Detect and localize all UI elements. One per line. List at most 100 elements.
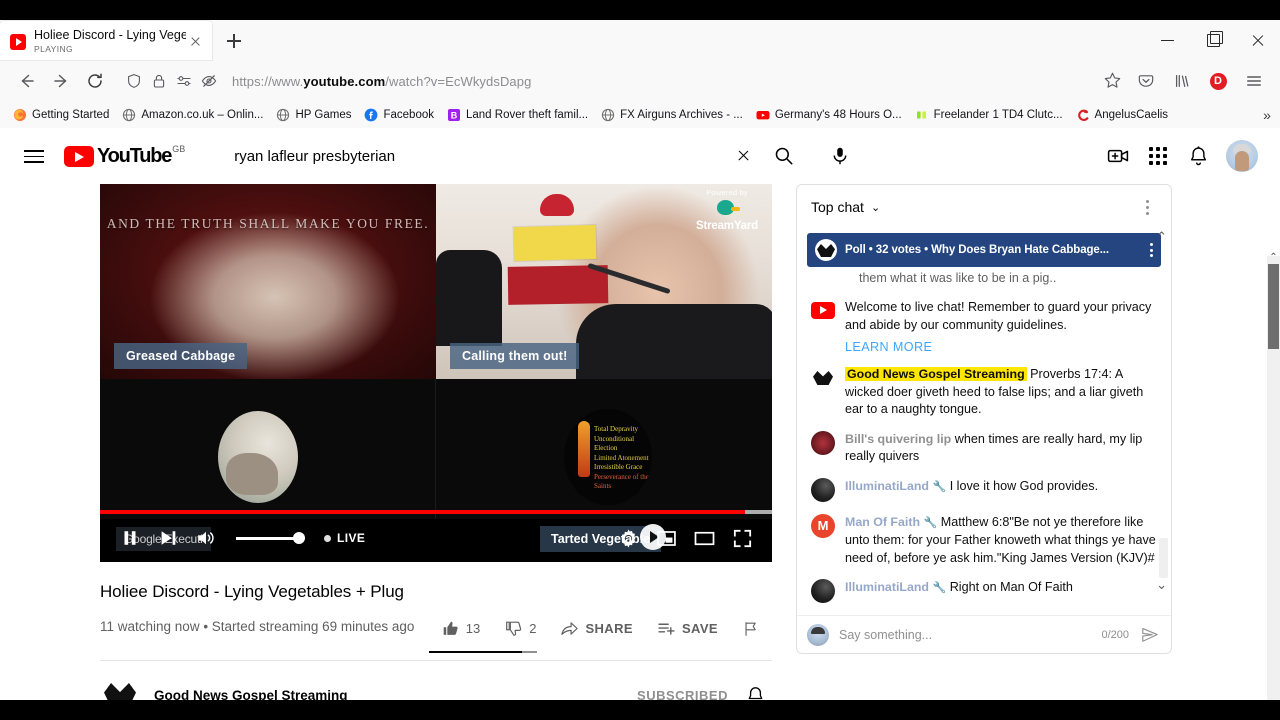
chat-scrollbar[interactable] [1159,538,1168,578]
bookmark-label: Land Rover theft famil... [466,109,589,121]
search-input[interactable]: ryan lafleur presbyterian [234,148,726,165]
chat-author-name[interactable]: IlluminatiLand [845,580,929,594]
create-video-icon[interactable] [1106,144,1130,168]
chevron-down-icon[interactable]: ⌄ [871,201,880,214]
bookmark-item[interactable]: Amazon.co.uk – Onlin... [117,106,268,124]
theater-mode-icon[interactable] [686,519,722,557]
pause-icon[interactable] [112,519,148,557]
bookmarks-overflow-button[interactable]: » [1258,106,1276,124]
save-button[interactable]: SAVE [645,613,730,644]
user-avatar[interactable] [1226,140,1258,172]
fullscreen-icon[interactable] [724,519,760,557]
bookmark-star-icon[interactable] [1096,64,1130,98]
library-icon[interactable] [1166,64,1198,98]
permissions-icon[interactable] [176,73,192,89]
dark-avatar-icon[interactable] [811,477,835,502]
chat-author-name[interactable]: Bill's quivering lip [845,432,951,446]
bookmark-item[interactable]: Freelander 1 TD4 Clutc... [910,106,1068,124]
bookmark-item[interactable]: FX Airguns Archives - ... [596,106,748,124]
dark-avatar-icon[interactable] [811,579,835,603]
send-icon[interactable] [1139,624,1161,646]
share-button[interactable]: SHARE [548,613,645,644]
volume-icon[interactable] [188,519,224,557]
notification-bell-icon[interactable] [738,678,772,700]
bookmark-item[interactable]: HP Games [271,106,356,124]
toolbar-right-group: D [1130,64,1270,98]
subscribe-button[interactable]: SUBSCRIBED [637,688,728,701]
app-menu-icon[interactable] [1238,64,1270,98]
clear-icon[interactable] [726,141,760,171]
miniplayer-icon[interactable] [648,519,684,557]
flag-icon[interactable] [730,614,772,644]
eagle-avatar-icon[interactable] [811,366,835,390]
scroll-down-icon[interactable]: ⌄ [1156,577,1167,593]
m-avatar-icon[interactable]: M [811,513,835,538]
close-icon[interactable] [186,32,206,52]
guide-menu-icon[interactable] [22,144,46,168]
dislike-button[interactable]: 2 [492,613,548,644]
maximize-icon[interactable] [1190,20,1235,60]
url-text: https://www.youtube.com/watch?v=EcWkydsD… [232,73,532,89]
minimize-icon[interactable] [1145,20,1190,60]
learn-more-link[interactable]: LEARN MORE [845,340,1157,354]
pocket-icon[interactable] [1130,64,1162,98]
youtube-apps-icon[interactable] [1146,144,1170,168]
search-zone: ryan lafleur presbyterian [225,136,1106,176]
poll-more-options-icon[interactable] [1144,243,1153,257]
lock-icon[interactable] [151,73,167,89]
youtube-logo-avatar-icon [811,302,835,319]
bookmark-item[interactable]: Facebook [359,106,439,124]
new-tab-button[interactable] [218,25,250,57]
search-button[interactable] [761,141,806,171]
page-scrollbar[interactable]: ⌃ ⌄ [1267,252,1280,700]
chat-mode-label[interactable]: Top chat [811,199,864,215]
chat-message-list[interactable]: them what it was like to be in a pig.. W… [797,267,1171,615]
forward-button[interactable] [44,64,78,98]
reload-button[interactable] [78,64,112,98]
chat-cut-line: them what it was like to be in a pig.. [859,271,1057,285]
channel-name[interactable]: Good News Gospel Streaming [154,688,348,701]
bell-icon[interactable] [1186,144,1210,168]
voice-search-button[interactable] [820,136,860,176]
live-label: LIVE [337,531,366,545]
window-close-icon[interactable] [1235,20,1280,60]
lips-avatar-icon[interactable] [811,430,835,455]
scroll-up-icon[interactable]: ⌃ [1156,229,1167,245]
chat-author-name[interactable]: Man Of Faith [845,515,920,529]
video-actions: 13 2 SHARE SAVE [428,613,772,653]
poll-banner[interactable]: Poll • 32 votes • Why Does Bryan Hate Ca… [807,233,1161,267]
stream-pane-lower-right: Total Depravity Unconditional Election Lim… [436,379,772,519]
bookmark-item[interactable]: Germany's 48 Hours O... [751,106,907,124]
bookmark-item[interactable]: B Land Rover theft famil... [442,106,593,124]
youtube-logo[interactable]: YouTube GB [64,144,185,167]
poll-author-avatar [815,239,837,261]
video-player[interactable]: AND THE TRUTH SHALL MAKE YOU FREE. Greas… [100,184,772,562]
settings-gear-icon[interactable] [610,519,646,557]
bookmark-item[interactable]: AngelusCaelis [1071,106,1174,124]
scrollbar-up-icon[interactable]: ⌃ [1267,251,1280,264]
live-badge[interactable]: LIVE [324,531,365,545]
player-controls-right [610,519,760,557]
chat-input-field[interactable]: Say something... [839,628,1091,642]
url-bar[interactable]: https://www.youtube.com/watch?v=EcWkydsD… [116,66,1092,96]
chat-author-name[interactable]: IlluminatiLand [845,479,929,493]
moderator-wrench-icon: 🔧 [932,480,947,493]
shield-icon[interactable] [126,73,142,89]
channel-avatar[interactable] [100,675,140,700]
volume-slider[interactable] [236,532,305,544]
search-box[interactable]: ryan lafleur presbyterian [225,141,762,171]
chat-input-bar[interactable]: Say something... 0/200 [797,615,1171,653]
bookmark-item[interactable]: Getting Started [8,106,114,124]
stream-pane-left: AND THE TRUTH SHALL MAKE YOU FREE. Greas… [100,184,436,379]
tracking-protection-off-icon[interactable] [201,73,217,89]
more-options-icon[interactable] [1135,199,1159,215]
svg-text:B: B [451,110,458,120]
back-button[interactable] [10,64,44,98]
browser-tab[interactable]: Holiee Discord - Lying Vegetab PLAYING [0,21,212,60]
like-button[interactable]: 13 [429,613,492,644]
next-icon[interactable] [150,519,186,557]
channel-row: Good News Gospel Streaming SUBSCRIBED [100,660,772,700]
chat-author-name[interactable]: Good News Gospel Streaming [845,367,1027,381]
scrollbar-thumb[interactable] [1268,264,1279,349]
account-button[interactable]: D [1202,64,1234,98]
